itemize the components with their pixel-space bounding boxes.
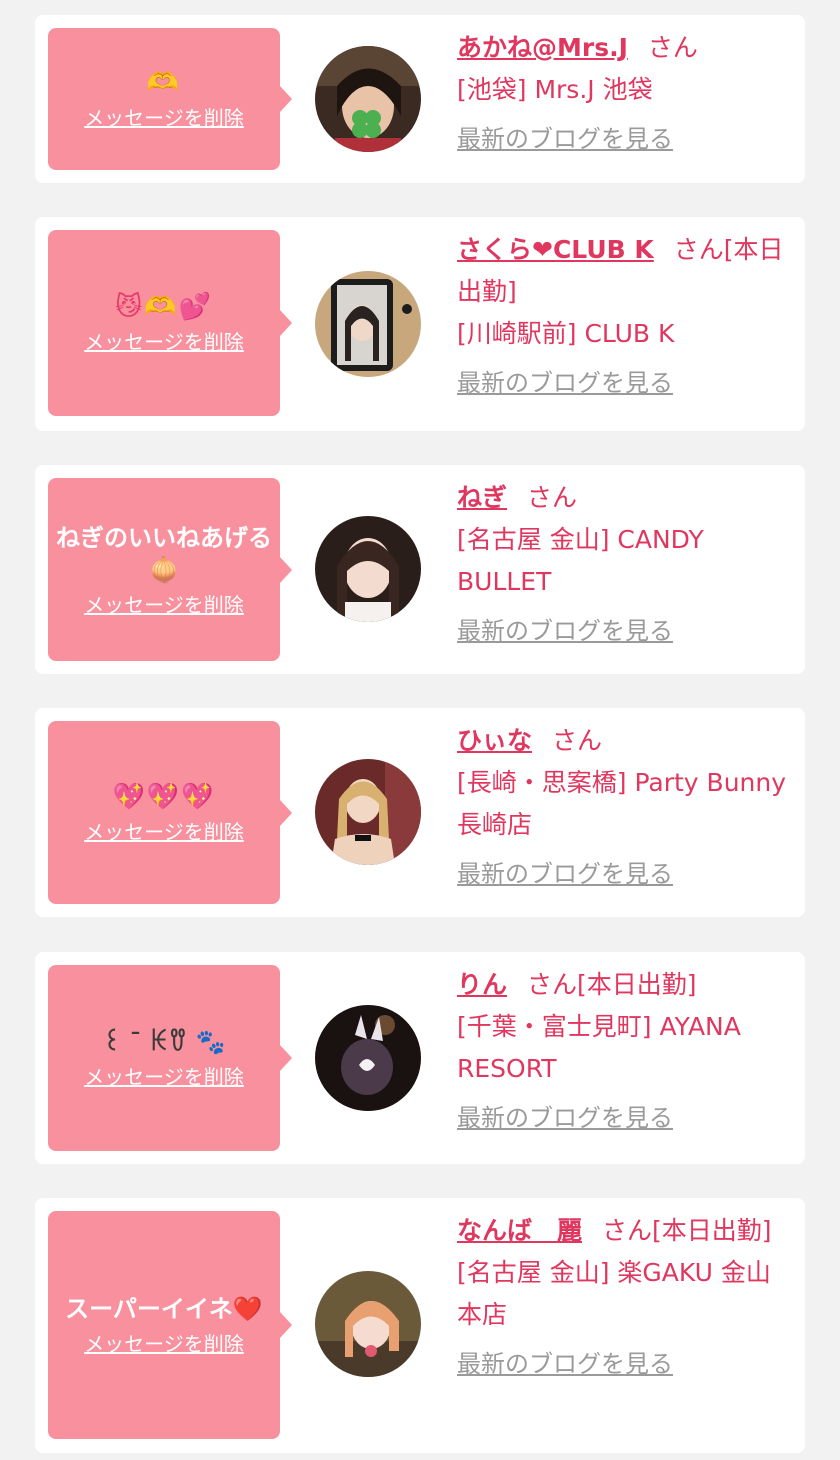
cast-info: りん さん[本日出勤] [千葉・富士見町] AYANA RESORT 最新のブログ… bbox=[457, 964, 789, 1134]
shop-name: [名古屋 金山] CANDY BULLET bbox=[457, 525, 704, 596]
message-card: 🫶 メッセージを削除 あかね@Mrs.J さん [池袋] Mrs.J 池袋 最新の… bbox=[35, 15, 805, 183]
message-bubble: ねぎのいいねあげる🧅 メッセージを削除 bbox=[48, 478, 292, 661]
name-line: あかね@Mrs.J さん bbox=[457, 27, 789, 69]
message-card: ねぎのいいねあげる🧅 メッセージを削除 ねぎ さん [名古屋 金山] CANDY … bbox=[35, 465, 805, 674]
name-line: ねぎ さん bbox=[457, 477, 789, 519]
shop-name: [千葉・富士見町] AYANA RESORT bbox=[457, 1012, 741, 1083]
delete-message-link[interactable]: メッセージを削除 bbox=[84, 1331, 244, 1357]
message-text: ꒰ ¯ ꀘꀎ 🐾 bbox=[102, 1028, 226, 1056]
delete-message-link[interactable]: メッセージを削除 bbox=[84, 819, 244, 845]
message-bubble: ꒰ ¯ ꀘꀎ 🐾 メッセージを削除 bbox=[48, 965, 292, 1151]
delete-message-link[interactable]: メッセージを削除 bbox=[84, 329, 244, 355]
cast-info: さくら❤CLUB K さん[本日出勤] [川崎駅前] CLUB K 最新のブログを… bbox=[457, 229, 789, 399]
cast-name-link[interactable]: ひぃな bbox=[457, 726, 532, 755]
cast-name-link[interactable]: りん bbox=[457, 970, 507, 999]
latest-blog-link[interactable]: 最新のブログを見る bbox=[457, 1102, 789, 1134]
name-line: りん さん[本日出勤] bbox=[457, 964, 789, 1006]
name-line: さくら❤CLUB K さん[本日出勤] bbox=[457, 229, 789, 313]
avatar[interactable] bbox=[315, 516, 421, 622]
message-bubble: 🫶 メッセージを削除 bbox=[48, 28, 292, 170]
cast-name-link[interactable]: なんば 麗 bbox=[457, 1216, 582, 1245]
message-text: 😼🫶💕 bbox=[115, 292, 213, 322]
message-card: 💖💖💖 メッセージを削除 ひぃな さん [長崎・思案橋] Party Bunny … bbox=[35, 708, 805, 917]
latest-blog-link[interactable]: 最新のブログを見る bbox=[457, 367, 789, 399]
message-bubble: 💖💖💖 メッセージを削除 bbox=[48, 721, 292, 904]
latest-blog-link[interactable]: 最新のブログを見る bbox=[457, 123, 789, 155]
name-line: なんば 麗さん[本日出勤] bbox=[457, 1210, 789, 1252]
shop-name: [名古屋 金山] 楽GAKU 金山本店 bbox=[457, 1258, 771, 1329]
avatar[interactable] bbox=[315, 1005, 421, 1111]
cast-name-link[interactable]: ねぎ bbox=[457, 483, 507, 512]
latest-blog-link[interactable]: 最新のブログを見る bbox=[457, 858, 789, 890]
honorific: さん bbox=[647, 33, 698, 62]
message-text: 🫶 bbox=[146, 68, 182, 98]
shop-name: [川崎駅前] CLUB K bbox=[457, 319, 675, 348]
shop-name: [長崎・思案橋] Party Bunny 長崎店 bbox=[457, 768, 787, 839]
message-text: 💖💖💖 bbox=[112, 781, 216, 812]
message-card: スーパーイイネ❤️ メッセージを削除 なんば 麗さん[本日出勤] [名古屋 金山… bbox=[35, 1198, 805, 1453]
honorific: さん bbox=[527, 483, 578, 512]
message-card: ꒰ ¯ ꀘꀎ 🐾 メッセージを削除 りん さん[本日出勤] [千葉・富士見町] A… bbox=[35, 952, 805, 1164]
cast-info: なんば 麗さん[本日出勤] [名古屋 金山] 楽GAKU 金山本店 最新のブログ… bbox=[457, 1210, 789, 1380]
delete-message-link[interactable]: メッセージを削除 bbox=[84, 592, 244, 618]
avatar[interactable] bbox=[315, 1271, 421, 1377]
latest-blog-link[interactable]: 最新のブログを見る bbox=[457, 615, 789, 647]
honorific: さん[本日出勤] bbox=[602, 1216, 772, 1245]
message-text: ねぎのいいねあげる🧅 bbox=[56, 523, 272, 584]
honorific: さん bbox=[552, 726, 603, 755]
cast-info: あかね@Mrs.J さん [池袋] Mrs.J 池袋 最新のブログを見る bbox=[457, 27, 789, 155]
delete-message-link[interactable]: メッセージを削除 bbox=[84, 1064, 244, 1090]
cast-name-link[interactable]: あかね@Mrs.J bbox=[457, 33, 628, 62]
delete-message-link[interactable]: メッセージを削除 bbox=[84, 105, 244, 131]
name-line: ひぃな さん bbox=[457, 720, 789, 762]
message-text: スーパーイイネ❤️ bbox=[65, 1295, 263, 1323]
honorific: さん[本日出勤] bbox=[527, 970, 697, 999]
cast-name-link[interactable]: さくら❤CLUB K bbox=[457, 235, 654, 264]
avatar[interactable] bbox=[315, 759, 421, 865]
message-card: 😼🫶💕 メッセージを削除 さくら❤CLUB K さん[本日出勤] [川崎駅前] C… bbox=[35, 217, 805, 431]
avatar[interactable] bbox=[315, 271, 421, 377]
cast-info: ひぃな さん [長崎・思案橋] Party Bunny 長崎店 最新のブログを見る bbox=[457, 720, 789, 890]
shop-name: [池袋] Mrs.J 池袋 bbox=[457, 75, 653, 104]
cast-info: ねぎ さん [名古屋 金山] CANDY BULLET 最新のブログを見る bbox=[457, 477, 789, 647]
latest-blog-link[interactable]: 最新のブログを見る bbox=[457, 1348, 789, 1380]
avatar[interactable] bbox=[315, 46, 421, 152]
message-bubble: 😼🫶💕 メッセージを削除 bbox=[48, 230, 292, 416]
message-bubble: スーパーイイネ❤️ メッセージを削除 bbox=[48, 1211, 292, 1439]
